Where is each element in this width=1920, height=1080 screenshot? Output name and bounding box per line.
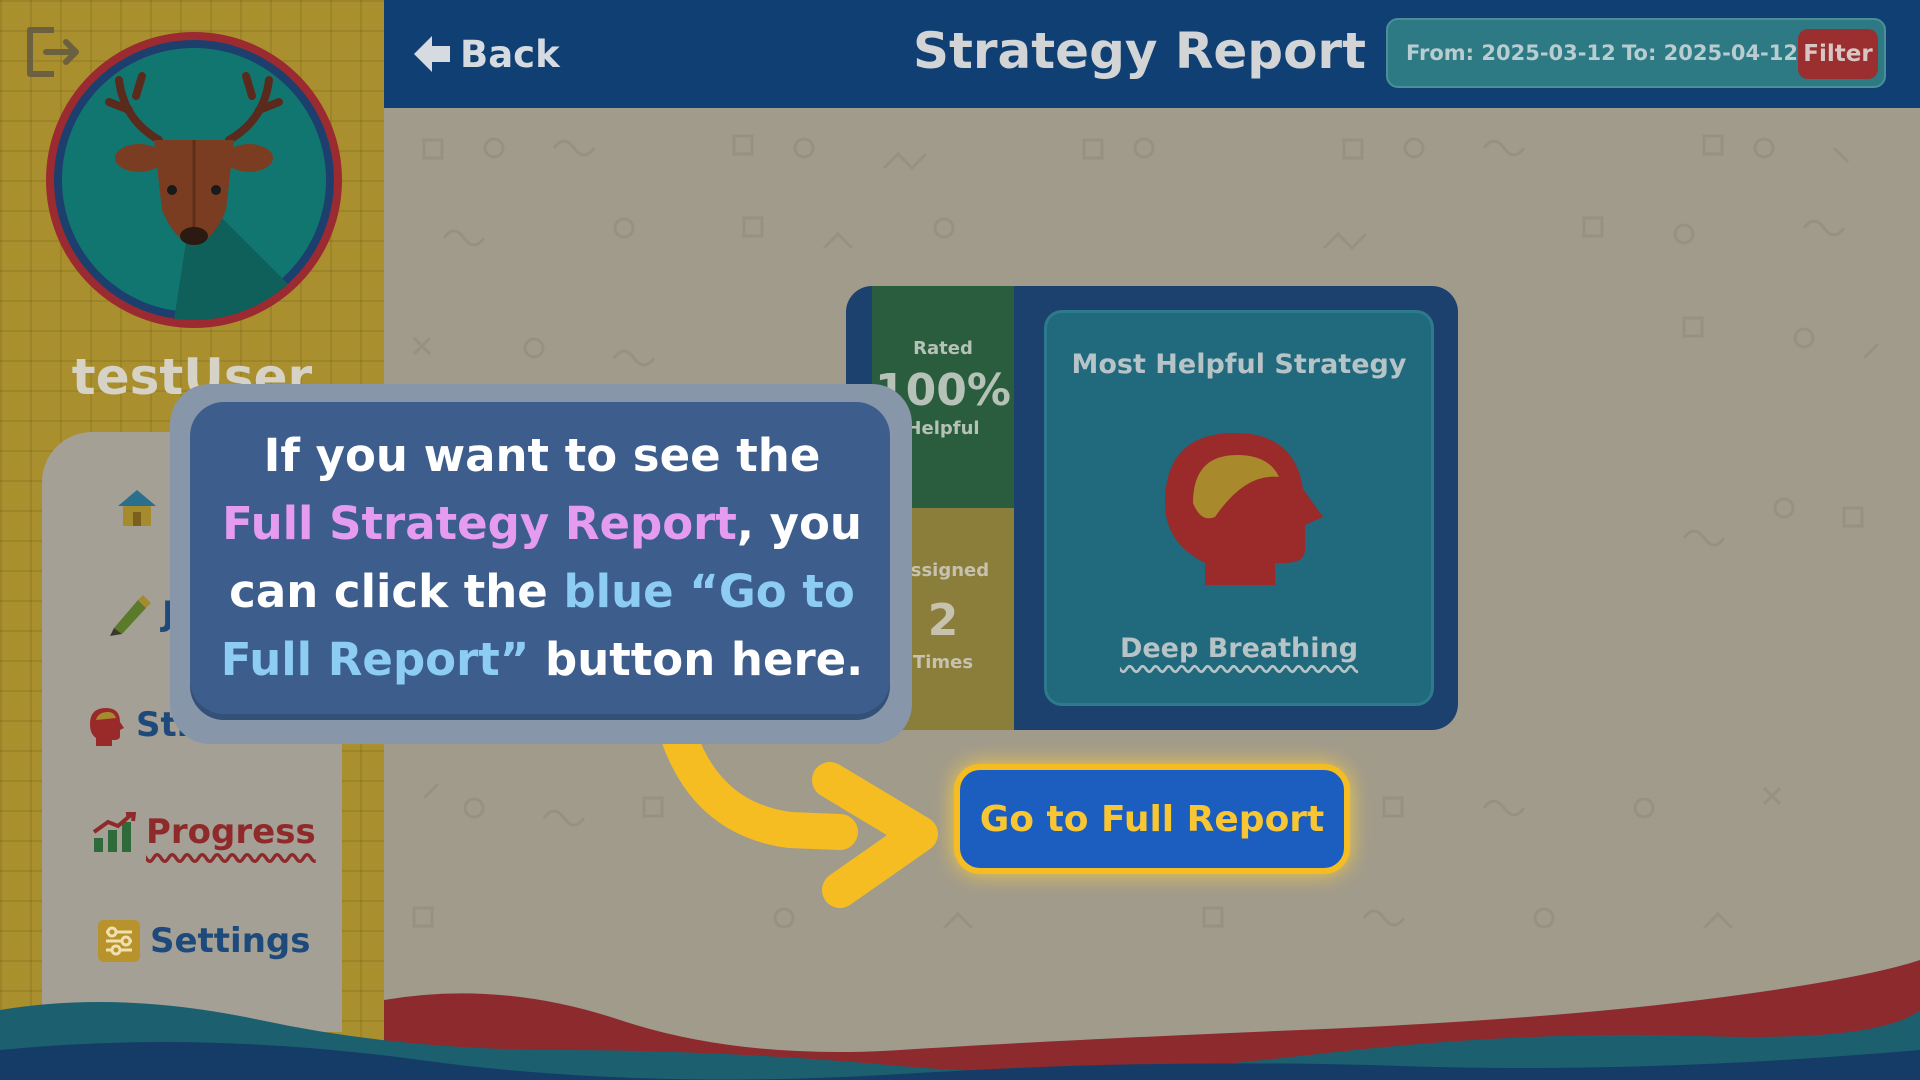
avatar — [46, 32, 342, 328]
tooltip-text-part3: button here. — [529, 633, 864, 686]
most-helpful-title: Most Helpful Strategy — [1071, 349, 1407, 380]
nav-progress-label: Progress — [146, 812, 316, 852]
date-filter-bar: From: 2025-03-12 To: 2025-04-12 Filter — [1386, 18, 1886, 88]
head-strategy-icon — [1165, 433, 1323, 585]
full-report-label: Go to Full Report — [979, 798, 1325, 840]
deer-avatar-icon — [62, 48, 326, 320]
home-icon — [118, 490, 156, 526]
pencil-icon — [110, 595, 151, 636]
back-label: Back — [460, 32, 560, 76]
filter-button[interactable]: Filter — [1798, 29, 1878, 79]
strategy-summary-card: Rated 100% Helpful Assigned 2 Times Most… — [846, 286, 1458, 730]
tooltip-body: If you want to see the Full Strategy Rep… — [190, 402, 890, 720]
progress-chart-icon — [92, 812, 136, 852]
nav-item-progress[interactable]: Progress — [92, 812, 316, 852]
tooltip-highlight-full-strategy-report: Full Strategy Report — [222, 497, 737, 550]
to-date-field[interactable]: To: 2025-04-12 — [1622, 41, 1798, 65]
rated-label: Rated — [913, 338, 973, 359]
back-button[interactable]: Back — [412, 26, 560, 82]
tutorial-tooltip: If you want to see the Full Strategy Rep… — [170, 384, 912, 744]
decorative-waves — [0, 960, 1920, 1080]
strategy-name: Deep Breathing — [1119, 633, 1359, 664]
nav-item-home[interactable] — [114, 486, 160, 528]
tooltip-text: If you want to see the Full Strategy Rep… — [212, 422, 872, 694]
nav-item-journal[interactable]: J — [108, 592, 175, 636]
go-to-full-report-button[interactable]: Go to Full Report — [954, 764, 1350, 874]
tooltip-text-part1: If you want to see the — [263, 429, 821, 482]
logout-icon[interactable] — [24, 24, 84, 80]
most-helpful-strategy-panel: Most Helpful Strategy Deep Breathing — [1044, 310, 1434, 706]
page-title: Strategy Report — [912, 22, 1366, 80]
back-arrow-icon — [414, 36, 450, 72]
head-strategy-icon — [90, 708, 124, 746]
from-date-field[interactable]: From: 2025-03-12 — [1406, 41, 1616, 65]
